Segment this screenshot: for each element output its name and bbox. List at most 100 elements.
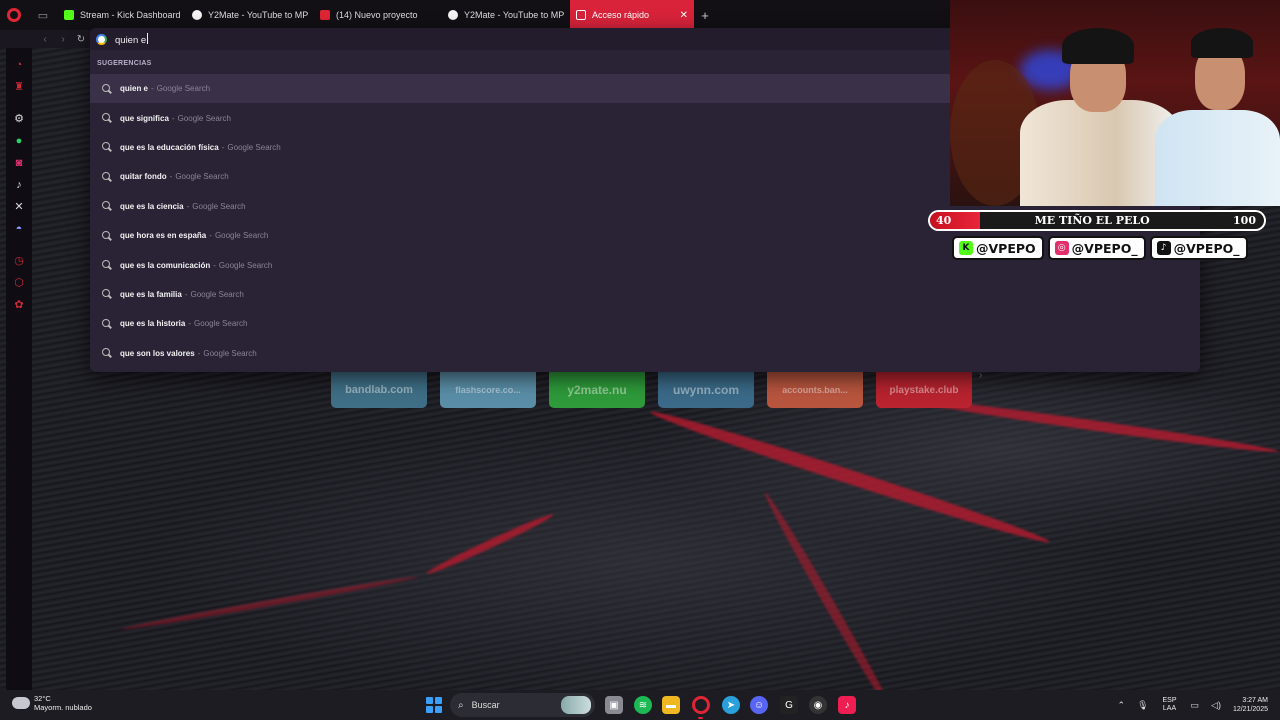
- search-icon: ⌕: [458, 699, 464, 711]
- speed-dial-accounts[interactable]: accounts.ban...: [767, 372, 863, 408]
- social-tiktok: ♪ @VPEPO_: [1149, 236, 1248, 260]
- whatsapp-icon[interactable]: ●: [12, 134, 26, 148]
- search-icon: [102, 289, 112, 299]
- goal-title: ME TIÑO EL PELO: [1034, 214, 1150, 227]
- speed-dial-playstake[interactable]: playstake.club: [876, 372, 972, 408]
- search-icon: [102, 83, 112, 94]
- taskbar-clock[interactable]: 3:27 AM 12/21/2025: [1233, 696, 1268, 714]
- search-icon: [102, 201, 112, 211]
- forward-icon[interactable]: ›: [54, 34, 72, 45]
- gaming-icon[interactable]: ♜: [12, 80, 26, 94]
- search-icon: [102, 230, 112, 241]
- weather-description: Mayorm. nublado: [34, 703, 92, 712]
- tab-manager-icon[interactable]: ▭: [28, 0, 58, 30]
- stream-goal-bar: 40 ME TIÑO EL PELO 100: [928, 210, 1266, 231]
- spotify-icon[interactable]: ≋: [634, 696, 652, 714]
- obs-icon[interactable]: ◉: [809, 696, 827, 714]
- tab-label: Y2Mate - YouTube to MP: [208, 10, 309, 20]
- windows-taskbar: 32°C Mayorm. nublado ⌕ Buscar ▣ ≋ ▬ ➤ ☺ …: [0, 690, 1280, 720]
- extensions-icon[interactable]: ⬡: [12, 276, 26, 290]
- tab-y2mate-2[interactable]: Y2Mate - YouTube to MP: [442, 0, 570, 30]
- opera-sidebar: ◔ ♜ ⚙ ● ◙ ♪ ✕ ◓ ◷ ⬡ ✿: [6, 48, 32, 690]
- instagram-icon: ◎: [1054, 241, 1069, 255]
- clock-date: 12/21/2025: [1232, 706, 1268, 713]
- youtube-favicon-icon: [320, 10, 330, 20]
- search-icon: [102, 142, 112, 152]
- social-kick: K @VPEPO: [952, 236, 1044, 260]
- streamer-webcam: [950, 0, 1280, 206]
- task-view-icon[interactable]: ▣: [605, 696, 623, 714]
- aria-icon[interactable]: ◔: [12, 58, 26, 72]
- goal-current-value: 40: [936, 214, 952, 227]
- social-handles: K @VPEPO ◎ @VPEPO_ ♪ @VPEPO_: [952, 236, 1248, 260]
- search-icon: [102, 348, 112, 358]
- input-language[interactable]: ESP LAA: [1163, 697, 1177, 713]
- x-icon[interactable]: ✕: [12, 200, 26, 214]
- instagram-icon[interactable]: ◙: [12, 156, 26, 170]
- suggestion-item[interactable]: que son los valores - Google Search: [90, 339, 1200, 368]
- chevron-up-icon[interactable]: ⌃: [1118, 700, 1126, 711]
- taskbar-search-placeholder: Buscar: [471, 700, 500, 710]
- volume-icon[interactable]: ◁): [1211, 700, 1221, 711]
- tab-y2mate-1[interactable]: Y2Mate - YouTube to MP: [186, 0, 314, 30]
- speed-dial-grid: bandlab.com flashscore.co... y2mate.nu u…: [331, 372, 972, 408]
- windows-start-icon[interactable]: [426, 697, 442, 713]
- tab-kick-dashboard[interactable]: Stream - Kick Dashboard: [58, 0, 186, 30]
- speed-dial-favicon-icon: [576, 10, 586, 20]
- file-explorer-icon[interactable]: ▬: [662, 696, 680, 714]
- tab-nuevo-proyecto[interactable]: (14) Nuevo proyecto: [314, 0, 442, 30]
- telegram-icon[interactable]: ➤: [722, 696, 740, 714]
- search-icon: [102, 318, 112, 329]
- speed-dial-bandlab[interactable]: bandlab.com: [331, 372, 427, 408]
- suggestion-item[interactable]: que es la historia - Google Search: [90, 309, 1200, 338]
- discord-icon[interactable]: ◓: [12, 222, 26, 236]
- search-highlight-icon: [561, 696, 591, 714]
- social-instagram: ◎ @VPEPO_: [1047, 236, 1146, 260]
- discord-icon[interactable]: ☺: [750, 696, 768, 714]
- active-app-indicator: [698, 717, 703, 719]
- google-icon: [96, 33, 107, 45]
- system-tray: ⌃ 🎙︎ ESP LAA ▭ ◁) 3:27 AM 12/21/2025: [1112, 690, 1280, 720]
- speed-dial-flashscore[interactable]: flashscore.co...: [440, 372, 536, 408]
- browser-tab-bar: ▭ Stream - Kick Dashboard Y2Mate - YouTu…: [0, 0, 950, 30]
- search-icon: [102, 113, 112, 123]
- tiktok-icon[interactable]: ♪: [12, 178, 26, 192]
- microphone-icon[interactable]: 🎙︎: [1137, 700, 1148, 711]
- tab-label: (14) Nuevo proyecto: [336, 10, 418, 20]
- partly-cloudy-icon: [10, 692, 30, 709]
- address-bar[interactable]: quien e: [90, 28, 950, 50]
- new-tab-button[interactable]: +: [694, 8, 716, 23]
- reload-icon[interactable]: ↻: [72, 34, 90, 45]
- search-icon: [102, 171, 112, 182]
- epic-icon[interactable]: G: [780, 696, 798, 714]
- back-icon[interactable]: ‹: [36, 34, 54, 45]
- tab-label: Y2Mate - YouTube to MP: [464, 10, 565, 20]
- goal-track: 40 ME TIÑO EL PELO 100: [930, 212, 1264, 229]
- streamer-person-right: [1155, 10, 1280, 206]
- opera-logo-icon[interactable]: [0, 0, 28, 30]
- kick-icon: K: [959, 241, 973, 255]
- settings-icon[interactable]: ⚙: [12, 112, 26, 126]
- search-icon: [102, 260, 112, 270]
- taskbar-search[interactable]: ⌕ Buscar: [450, 693, 595, 717]
- suggestion-item[interactable]: que es la familia - Google Search: [90, 280, 1200, 309]
- clock-time: 3:27 AM: [1242, 697, 1268, 704]
- goal-target-value: 100: [1233, 214, 1256, 227]
- weather-temperature: 32°C: [34, 694, 51, 703]
- sidebar-settings-icon[interactable]: ✿: [12, 298, 26, 312]
- tab-label: Stream - Kick Dashboard: [80, 10, 181, 20]
- opera-gx-icon[interactable]: [692, 696, 710, 714]
- speed-dial-y2mate[interactable]: y2mate.nu: [549, 372, 645, 408]
- y2mate-favicon-icon: [192, 10, 202, 20]
- tab-label: Acceso rápido: [592, 10, 650, 20]
- network-icon[interactable]: ▭: [1191, 700, 1200, 711]
- speed-dial-uwynn[interactable]: uwynn.com: [658, 372, 754, 408]
- tab-acceso-rapido[interactable]: Acceso rápido ✕: [570, 0, 694, 30]
- close-tab-icon[interactable]: ✕: [680, 10, 688, 21]
- kick-favicon-icon: [64, 10, 74, 20]
- tiktok-live-icon[interactable]: ♪: [838, 696, 856, 714]
- address-bar-input[interactable]: quien e: [115, 30, 149, 48]
- y2mate-favicon-icon: [448, 10, 458, 20]
- history-icon[interactable]: ◷: [12, 254, 26, 268]
- weather-widget[interactable]: 32°C Mayorm. nublado: [10, 692, 92, 712]
